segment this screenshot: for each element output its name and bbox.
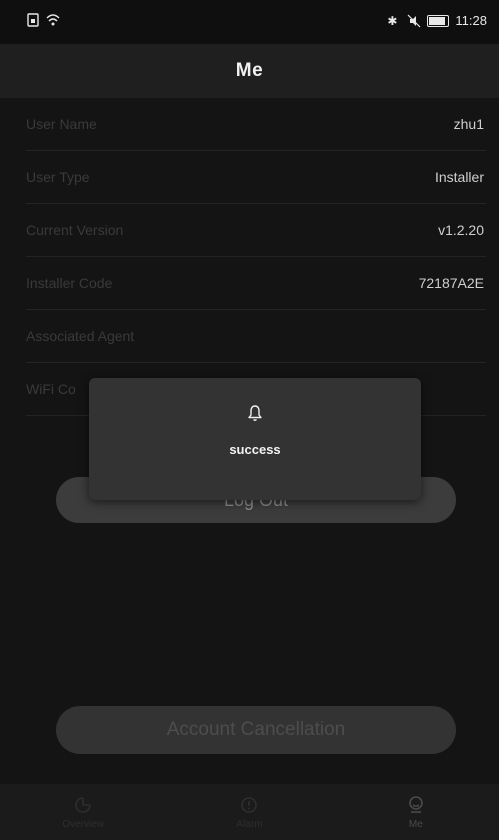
overview-icon	[75, 796, 91, 813]
status-time: 11:28	[455, 13, 487, 28]
tab-me[interactable]: Me	[333, 784, 499, 840]
status-right: ✱ 11:28	[387, 13, 487, 28]
app-screen: ✱ 11:28 Me User Name zhu1 User Type Inst…	[0, 0, 499, 840]
info-label: WiFi Co	[26, 381, 76, 397]
status-bar: ✱ 11:28	[0, 0, 499, 44]
battery-icon	[427, 14, 450, 27]
info-row-current-version: Current Version v1.2.20	[26, 204, 486, 257]
tab-overview[interactable]: Overview	[0, 784, 166, 840]
tab-label: Overview	[62, 818, 104, 830]
status-left	[26, 13, 60, 27]
info-row-user-type: User Type Installer	[26, 151, 486, 204]
bluetooth-icon: ✱	[387, 13, 398, 28]
info-value: v1.2.20	[438, 222, 484, 238]
info-value: Installer	[434, 169, 484, 185]
info-label: Associated Agent	[26, 328, 135, 344]
me-icon	[409, 795, 423, 813]
wifi-icon	[46, 14, 60, 26]
info-row-associated-agent[interactable]: Associated Agent	[26, 310, 486, 363]
tab-label: Alarm	[236, 818, 263, 830]
info-row-installer-code: Installer Code 72187A2E	[26, 257, 486, 310]
bell-icon	[248, 405, 262, 421]
info-label: User Type	[26, 169, 90, 185]
info-label: Installer Code	[26, 275, 113, 291]
info-value: zhu1	[453, 116, 484, 132]
info-label: Current Version	[26, 222, 124, 238]
sim-icon	[27, 13, 39, 27]
info-value: 72187A2E	[418, 275, 484, 291]
success-toast: success	[89, 378, 421, 500]
page-title: Me	[235, 60, 264, 81]
tab-label: Me	[408, 818, 423, 830]
alarm-icon	[241, 796, 258, 813]
mute-icon	[407, 14, 421, 27]
info-list: User Name zhu1 User Type Installer Curre…	[26, 98, 486, 416]
info-label: User Name	[26, 116, 97, 132]
toast-message: success	[229, 442, 281, 457]
info-row-user-name: User Name zhu1	[26, 98, 486, 151]
page-header: Me	[0, 44, 499, 98]
bottom-tab-bar: Overview Alarm Me	[0, 784, 499, 840]
tab-alarm[interactable]: Alarm	[166, 784, 332, 840]
account-cancellation-button[interactable]: Account Cancellation	[56, 706, 456, 754]
